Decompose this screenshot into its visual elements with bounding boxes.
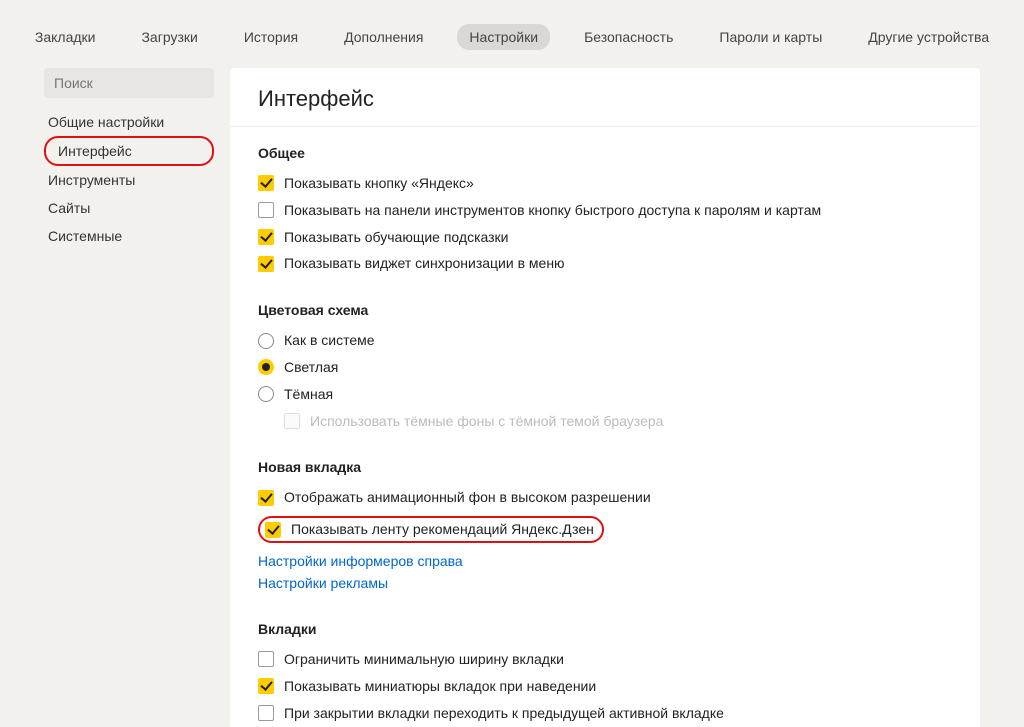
radio-label: Светлая [284, 359, 338, 376]
tab-devices[interactable]: Другие устройства [856, 24, 1001, 50]
checkbox-label: Показывать виджет синхронизации в меню [284, 255, 565, 272]
tab-downloads[interactable]: Загрузки [129, 24, 209, 50]
checkbox-label: Использовать тёмные фоны с тёмной темой … [310, 413, 663, 430]
checkbox-tab-thumbnails[interactable] [258, 678, 274, 694]
link-informers-settings[interactable]: Настройки информеров справа [258, 553, 952, 569]
radio-label: Тёмная [284, 386, 333, 403]
top-tabs: Закладки Загрузки История Дополнения Нас… [0, 0, 1024, 68]
checkbox-label: При закрытии вкладки переходить к предыд… [284, 705, 724, 722]
radio-scheme-light[interactable] [258, 359, 274, 375]
sidebar-item-interface[interactable]: Интерфейс [44, 136, 214, 166]
checkbox-show-zen-feed[interactable] [265, 522, 281, 538]
checkbox-show-sync-widget[interactable] [258, 256, 274, 272]
search-box[interactable] [44, 68, 214, 98]
section-heading: Вкладки [258, 621, 952, 637]
section-color-scheme: Цветовая схема Как в системе Светлая Тём… [258, 302, 952, 429]
checkbox-show-tutorial-hints[interactable] [258, 229, 274, 245]
tab-security[interactable]: Безопасность [572, 24, 685, 50]
search-input[interactable] [54, 75, 204, 91]
checkbox-close-goto-prev-active[interactable] [258, 705, 274, 721]
sidebar-item-general[interactable]: Общие настройки [44, 108, 214, 136]
tab-addons[interactable]: Дополнения [332, 24, 435, 50]
tab-passwords[interactable]: Пароли и карты [707, 24, 834, 50]
link-ads-settings[interactable]: Настройки рекламы [258, 575, 952, 591]
sidebar: Общие настройки Интерфейс Инструменты Са… [44, 68, 214, 727]
radio-scheme-system[interactable] [258, 333, 274, 349]
settings-panel: Интерфейс Общее Показывать кнопку «Яндек… [230, 68, 980, 727]
checkbox-label: Ограничить минимальную ширину вкладки [284, 651, 564, 668]
checkbox-label: Показывать ленту рекомендаций Яндекс.Дзе… [291, 521, 594, 538]
section-heading: Общее [258, 145, 952, 161]
section-heading: Новая вкладка [258, 459, 952, 475]
tab-history[interactable]: История [232, 24, 310, 50]
section-general: Общее Показывать кнопку «Яндекс» Показыв… [258, 145, 952, 272]
radio-label: Как в системе [284, 332, 375, 349]
checkbox-label: Отображать анимационный фон в высоком ра… [284, 489, 651, 506]
sidebar-item-sites[interactable]: Сайты [44, 194, 214, 222]
tab-settings[interactable]: Настройки [457, 24, 550, 50]
page-title: Интерфейс [258, 86, 952, 112]
checkbox-show-passwords-toolbar[interactable] [258, 202, 274, 218]
sidebar-item-tools[interactable]: Инструменты [44, 166, 214, 194]
checkbox-label: Показывать миниатюры вкладок при наведен… [284, 678, 596, 695]
section-heading: Цветовая схема [258, 302, 952, 318]
checkbox-label: Показывать на панели инструментов кнопку… [284, 202, 821, 219]
checkbox-limit-min-tab-width[interactable] [258, 651, 274, 667]
radio-scheme-dark[interactable] [258, 386, 274, 402]
checkbox-show-yandex-button[interactable] [258, 175, 274, 191]
section-tabs: Вкладки Ограничить минимальную ширину вк… [258, 621, 952, 727]
highlighted-setting-zen: Показывать ленту рекомендаций Яндекс.Дзе… [258, 516, 604, 543]
checkbox-label: Показывать обучающие подсказки [284, 229, 509, 246]
checkbox-label: Показывать кнопку «Яндекс» [284, 175, 474, 192]
section-new-tab: Новая вкладка Отображать анимационный фо… [258, 459, 952, 591]
sidebar-item-system[interactable]: Системные [44, 222, 214, 250]
checkbox-dark-backgrounds [284, 413, 300, 429]
tab-bookmarks[interactable]: Закладки [23, 24, 108, 50]
checkbox-animated-bg-hd[interactable] [258, 490, 274, 506]
